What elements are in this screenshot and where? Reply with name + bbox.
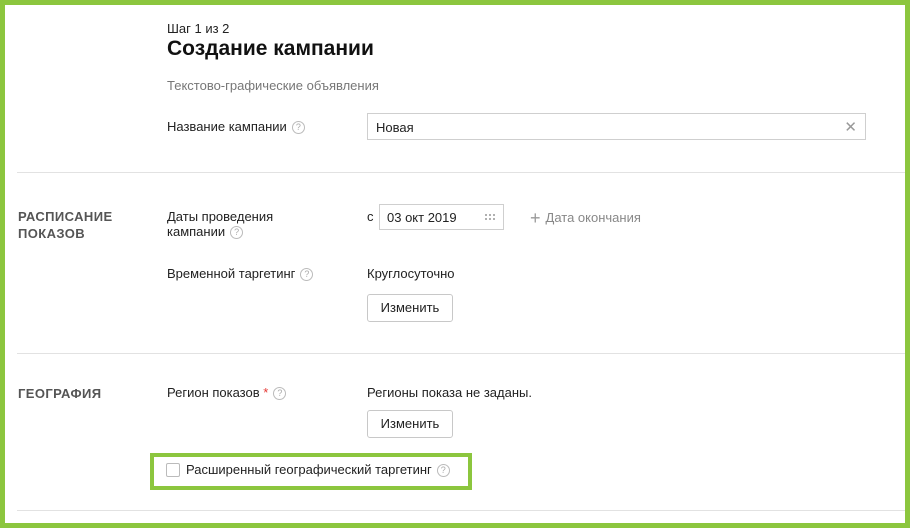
region-value: Регионы показа не заданы. bbox=[367, 385, 532, 400]
add-end-date-button[interactable]: + Дата окончания bbox=[530, 208, 641, 229]
highlight-frame bbox=[0, 0, 910, 528]
divider bbox=[17, 172, 905, 173]
campaign-name-input[interactable]: Новая ✕ bbox=[367, 113, 866, 140]
plus-icon: + bbox=[530, 208, 541, 228]
calendar-icon[interactable] bbox=[484, 213, 497, 222]
campaign-name-value: Новая bbox=[376, 120, 414, 135]
dates-label-text: Даты проведения кампании bbox=[167, 209, 274, 239]
help-icon[interactable]: ? bbox=[300, 268, 314, 281]
divider bbox=[17, 353, 905, 354]
campaign-name-label: Название кампании? bbox=[167, 119, 305, 134]
time-targeting-label: Временной таргетинг? bbox=[167, 266, 314, 281]
campaign-name-label-text: Название кампании bbox=[167, 119, 287, 134]
required-mark: * bbox=[263, 385, 269, 400]
region-label-text: Регион показов bbox=[167, 385, 260, 400]
section-title-geography: ГЕОГРАФИЯ bbox=[18, 386, 102, 401]
extended-targeting-label[interactable]: Расширенный географический таргетинг? bbox=[186, 462, 450, 477]
change-time-targeting-button[interactable]: Изменить bbox=[367, 294, 453, 322]
help-icon[interactable]: ? bbox=[436, 464, 450, 477]
time-targeting-label-text: Временной таргетинг bbox=[167, 266, 296, 281]
start-date-input[interactable]: 03 окт 2019 bbox=[379, 204, 504, 230]
divider bbox=[17, 510, 905, 511]
help-icon[interactable]: ? bbox=[291, 121, 305, 134]
time-targeting-value: Круглосуточно bbox=[367, 266, 455, 281]
dates-label: Даты проведения кампании? bbox=[167, 209, 317, 239]
extended-targeting-label-text: Расширенный географический таргетинг bbox=[186, 462, 432, 477]
date-from-prefix: с bbox=[367, 209, 374, 224]
close-icon[interactable]: ✕ bbox=[844, 118, 857, 136]
step-indicator: Шаг 1 из 2 bbox=[167, 21, 230, 36]
start-date-value: 03 окт 2019 bbox=[387, 210, 457, 225]
campaign-type: Текстово-графические объявления bbox=[167, 78, 379, 93]
change-region-button[interactable]: Изменить bbox=[367, 410, 453, 438]
extended-targeting-checkbox[interactable] bbox=[166, 463, 180, 477]
page-title: Создание кампании bbox=[167, 37, 374, 60]
add-end-date-label: Дата окончания bbox=[545, 210, 641, 225]
help-icon[interactable]: ? bbox=[230, 226, 244, 239]
help-icon[interactable]: ? bbox=[273, 387, 287, 400]
section-title-schedule: РАСПИСАНИЕ ПОКАЗОВ bbox=[18, 209, 113, 241]
region-label: Регион показов *? bbox=[167, 385, 287, 400]
